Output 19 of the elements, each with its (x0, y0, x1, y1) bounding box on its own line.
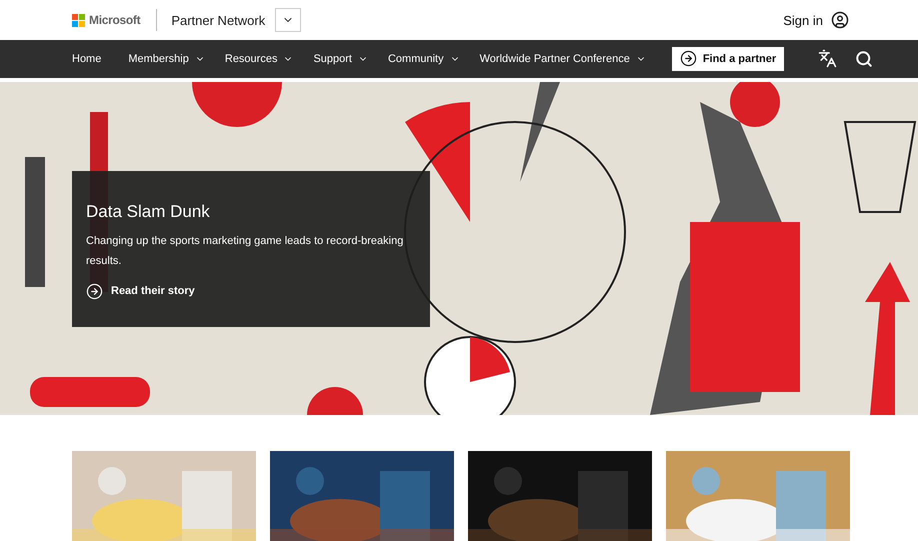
arrow-circle-icon (680, 50, 697, 68)
nav-link[interactable]: Support (313, 52, 368, 65)
nav-link[interactable]: Community (388, 52, 460, 65)
logo-icon (72, 14, 85, 27)
nav-link[interactable]: Resources (224, 52, 294, 65)
story-title: Data Slam Dunk (86, 202, 211, 222)
brand-name: Microsoft (89, 13, 140, 28)
language-icon[interactable] (818, 49, 838, 68)
story-text: Changing up the sports marketing game leads to record-breaking results. (86, 234, 404, 269)
find-partner-button[interactable]: Find a partner (672, 46, 784, 71)
nav-link[interactable]: Home (72, 52, 102, 65)
search-icon[interactable] (855, 50, 874, 68)
read-story-link[interactable]: Read their story (86, 282, 418, 300)
nav-link[interactable]: Membership (128, 52, 205, 65)
arrow-circle-icon (86, 282, 103, 300)
nav-link[interactable]: Worldwide Partner Conference (480, 52, 646, 65)
site-title: Partner Network (171, 12, 266, 28)
user-icon[interactable] (831, 11, 849, 30)
sign-in-link[interactable]: Sign in (783, 12, 823, 28)
